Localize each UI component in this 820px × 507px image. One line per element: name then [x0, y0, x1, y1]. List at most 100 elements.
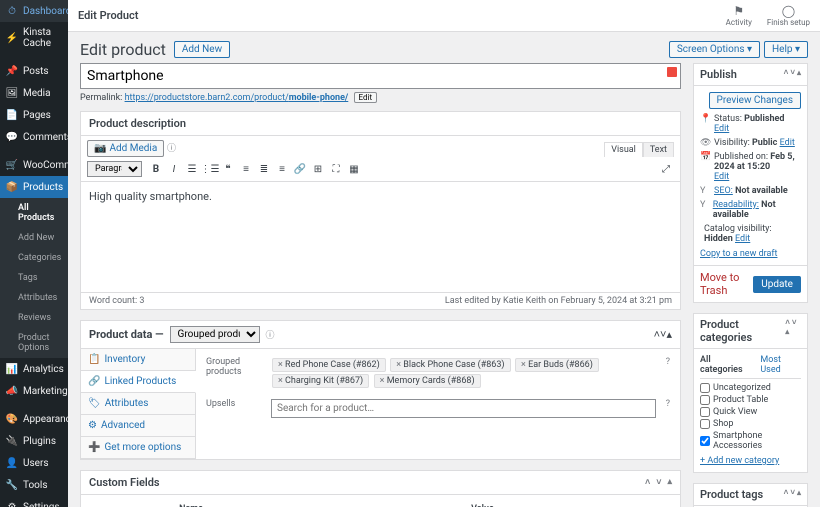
category-checkbox[interactable]: Quick View [700, 407, 801, 417]
readability-link[interactable]: Readability: [713, 200, 759, 210]
menu-dashboard[interactable]: ⏱Dashboard [0, 0, 68, 22]
seo-link[interactable]: SEO: [714, 186, 733, 196]
paragraph-select[interactable]: Paragraph [87, 161, 142, 177]
menu-plugins[interactable]: 🔌Plugins [0, 430, 68, 452]
product-chip[interactable]: Red Phone Case (#862) [272, 358, 386, 372]
menu-comments[interactable]: 💬Comments [0, 126, 68, 148]
product-title-input[interactable] [80, 63, 681, 89]
quote-icon[interactable]: ❝ [220, 161, 236, 177]
upsells-input[interactable] [271, 399, 656, 418]
submenu-product-options[interactable]: Product Options [0, 328, 68, 358]
menu-users[interactable]: 👤Users [0, 452, 68, 474]
toggle-icon[interactable]: ▴ [667, 477, 672, 488]
menu-appearance[interactable]: 🎨Appearance [0, 408, 68, 430]
editor-content[interactable]: High quality smartphone. [81, 182, 680, 292]
menu-posts[interactable]: 📌Posts [0, 60, 68, 82]
copy-draft-link[interactable]: Copy to a new draft [700, 249, 778, 259]
chevron-up-icon[interactable]: ˄ [785, 318, 790, 327]
publish-panel: Publish˄ ˅ ▴ Preview Changes 📍Status: Pu… [693, 63, 808, 303]
category-checkbox[interactable]: Product Table [700, 395, 801, 405]
help-icon[interactable]: ? [666, 357, 670, 389]
help-icon[interactable]: ⓘ [266, 328, 275, 341]
product-type-select[interactable]: Grouped product [170, 326, 260, 343]
edit-catalog-link[interactable]: Edit [735, 234, 750, 244]
category-checkbox[interactable]: Shop [700, 419, 801, 429]
submenu-attributes[interactable]: Attributes [0, 288, 68, 308]
edit-date-link[interactable]: Edit [714, 172, 729, 182]
bold-icon[interactable]: B [148, 161, 164, 177]
align-center-icon[interactable]: ≣ [256, 161, 272, 177]
toggle-icon[interactable]: ▴ [797, 488, 801, 497]
add-new-button[interactable]: Add New [174, 41, 230, 58]
menu-woocommerce[interactable]: 🛒WooCommerce [0, 154, 68, 176]
category-checkbox[interactable]: Smartphone Accessories [700, 431, 801, 451]
grouped-products-field[interactable]: Red Phone Case (#862) Black Phone Case (… [271, 357, 656, 389]
submenu-reviews[interactable]: Reviews [0, 308, 68, 328]
help-icon[interactable]: ⓘ [167, 144, 176, 154]
text-tab[interactable]: Text [643, 142, 674, 157]
preview-button[interactable]: Preview Changes [709, 92, 801, 109]
bullet-list-icon[interactable]: ☰ [184, 161, 200, 177]
chevron-down-icon[interactable]: ˅ [792, 318, 797, 327]
submenu-add-new[interactable]: Add New [0, 228, 68, 248]
edit-visibility-link[interactable]: Edit [780, 138, 795, 148]
menu-products[interactable]: 📦Products [0, 176, 68, 198]
menu-marketing[interactable]: 📣Marketing [0, 380, 68, 402]
chevron-up-icon[interactable]: ˄ [784, 68, 789, 77]
all-categories-tab[interactable]: All categories [700, 355, 752, 375]
submenu-tags[interactable]: Tags [0, 268, 68, 288]
plug-icon: 🔌 [6, 435, 18, 447]
submenu-categories[interactable]: Categories [0, 248, 68, 268]
chevron-down-icon[interactable]: ˅ [790, 68, 795, 77]
edit-permalink-button[interactable]: Edit [354, 92, 378, 103]
tab-linked-products[interactable]: 🔗Linked Products [81, 371, 196, 393]
trash-link[interactable]: Move to Trash [700, 271, 753, 297]
product-chip[interactable]: Ear Buds (#866) [515, 358, 599, 372]
edit-status-link[interactable]: Edit [714, 124, 729, 134]
product-chip[interactable]: Charging Kit (#867) [272, 374, 369, 388]
page-breadcrumb: Edit Product [78, 9, 138, 22]
chevron-down-icon[interactable]: ˅ [656, 477, 661, 488]
comment-icon: 💬 [6, 131, 18, 143]
tab-inventory[interactable]: 📋Inventory [81, 349, 195, 371]
category-checkbox[interactable]: Uncategorized [700, 383, 801, 393]
menu-settings[interactable]: ⚙Settings [0, 496, 68, 507]
menu-kinsta[interactable]: ⚡Kinsta Cache [0, 22, 68, 54]
tab-advanced[interactable]: ⚙Advanced [81, 415, 195, 437]
menu-pages[interactable]: 📄Pages [0, 104, 68, 126]
permalink-link[interactable]: https://productstore.barn2.com/product/m… [125, 93, 349, 103]
tab-get-more[interactable]: ➕Get more options [81, 437, 195, 459]
align-left-icon[interactable]: ≡ [238, 161, 254, 177]
toggle-icon[interactable]: ▴ [666, 328, 672, 341]
chevron-down-icon[interactable]: ˅ [790, 488, 795, 497]
visual-tab[interactable]: Visual [604, 142, 643, 157]
add-media-button[interactable]: 📷Add Media [87, 140, 164, 157]
add-category-link[interactable]: + Add new category [700, 456, 779, 466]
chevron-up-icon[interactable]: ˄ [645, 477, 650, 488]
link-icon[interactable]: 🔗 [292, 161, 308, 177]
help-button[interactable]: Help ▾ [764, 41, 808, 58]
toggle-icon[interactable]: ▴ [785, 327, 789, 336]
menu-analytics[interactable]: 📊Analytics [0, 358, 68, 380]
align-right-icon[interactable]: ≡ [274, 161, 290, 177]
product-chip[interactable]: Black Phone Case (#863) [390, 358, 510, 372]
tab-attributes[interactable]: 🏷Attributes [81, 393, 195, 415]
most-used-tab[interactable]: Most Used [760, 355, 801, 375]
finish-setup-button[interactable]: ◯Finish setup [767, 4, 810, 27]
fullscreen-icon[interactable]: ⛶ [328, 161, 344, 177]
italic-icon[interactable]: I [166, 161, 182, 177]
toggle-icon[interactable]: ▴ [797, 68, 801, 77]
chevron-up-icon[interactable]: ˄ [784, 488, 789, 497]
screen-options-button[interactable]: Screen Options ▾ [669, 41, 760, 58]
menu-media[interactable]: 🖼Media [0, 82, 68, 104]
activity-button[interactable]: ⚑Activity [726, 4, 752, 27]
submenu-all-products[interactable]: All Products [0, 198, 68, 228]
help-icon[interactable]: ? [666, 399, 670, 418]
menu-tools[interactable]: 🔧Tools [0, 474, 68, 496]
expand-icon[interactable]: ⤢ [658, 161, 674, 177]
number-list-icon[interactable]: ⋮☰ [202, 161, 218, 177]
insert-icon[interactable]: ⊞ [310, 161, 326, 177]
product-chip[interactable]: Memory Cards (#868) [374, 374, 481, 388]
update-button[interactable]: Update [753, 276, 801, 293]
more-icon[interactable]: ▦ [346, 161, 362, 177]
